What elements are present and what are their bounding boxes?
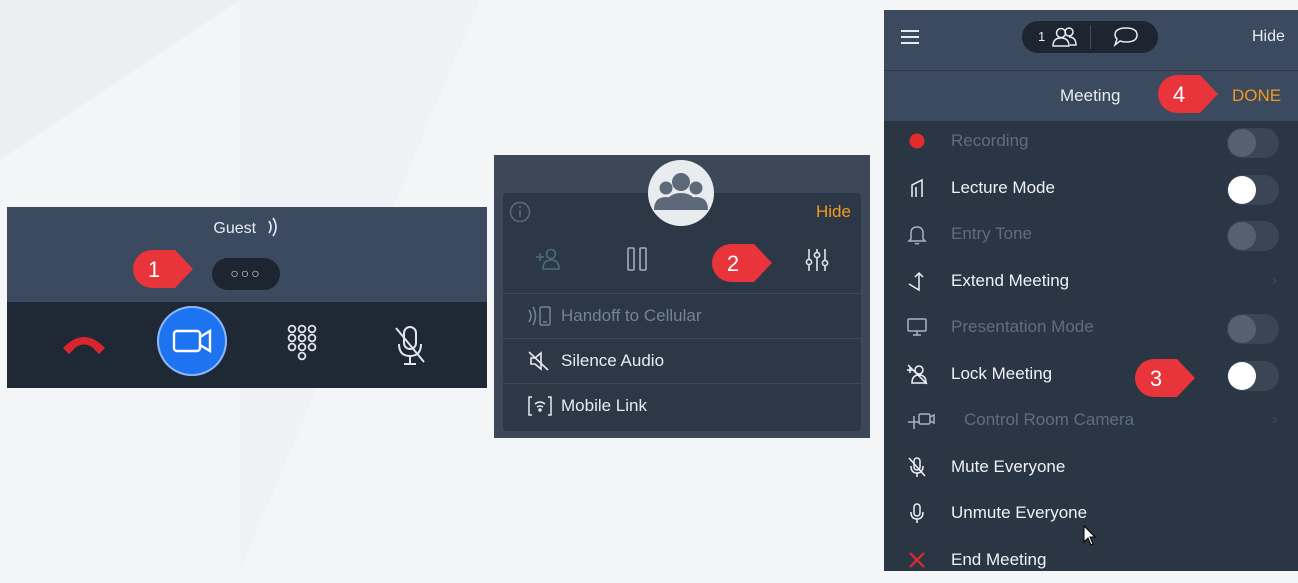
page-title: Meeting (1060, 86, 1121, 105)
setting-label: Lock Meeting (951, 364, 1053, 383)
setting-label: Presentation Mode (951, 317, 1094, 336)
done-button[interactable]: DONE (1232, 86, 1281, 106)
recording-toggle[interactable] (1227, 128, 1279, 158)
speaker-muted-icon (528, 351, 549, 371)
keypad-icon[interactable] (287, 324, 317, 368)
entry-tone-toggle[interactable] (1227, 221, 1279, 251)
monitor-icon (907, 318, 927, 336)
pause-icon[interactable] (626, 245, 648, 273)
callout-4: 4 (1156, 73, 1218, 115)
video-button[interactable] (157, 306, 227, 376)
lecture-mode-toggle[interactable] (1227, 175, 1279, 205)
camera-move-icon (908, 413, 935, 429)
info-icon[interactable] (509, 201, 531, 223)
presentation-mode-toggle[interactable] (1227, 314, 1279, 344)
chevron-right-icon: › (1272, 411, 1278, 428)
chevron-right-icon: › (1272, 272, 1278, 289)
lock-meeting-toggle[interactable] (1227, 361, 1279, 391)
caller-row: Guest (7, 216, 487, 238)
setting-lecture-mode[interactable]: Lecture Mode (884, 165, 1298, 211)
extend-icon (908, 271, 924, 292)
group-icon (654, 173, 708, 210)
chat-icon[interactable] (1112, 26, 1140, 48)
mic-icon (910, 503, 924, 523)
video-camera-icon (172, 328, 212, 354)
menu-item-label: Silence Audio (561, 351, 665, 370)
setting-label: Mute Everyone (951, 457, 1066, 476)
setting-label: Extend Meeting (951, 271, 1070, 290)
record-dot-icon (909, 133, 925, 149)
participants-icon[interactable] (1052, 26, 1078, 48)
meeting-settings-panel: 1 Hide Meeting DONE Recording Lecture Mo… (884, 10, 1298, 571)
participant-count: 1 (1038, 29, 1046, 44)
mobile-link-icon (528, 396, 552, 416)
setting-label: End Meeting (951, 550, 1047, 569)
setting-label: Entry Tone (951, 224, 1032, 243)
call-controls (7, 302, 487, 388)
mic-muted-icon (908, 457, 926, 477)
setting-label: Recording (951, 131, 1029, 150)
call-toolbar-panel: Guest ○○○ (7, 207, 487, 388)
handoff-icon (528, 306, 551, 326)
menu-item-label: Mobile Link (561, 396, 647, 415)
action-mute-everyone[interactable]: Mute Everyone (884, 444, 1298, 490)
signal-icon (267, 217, 277, 237)
mouse-cursor-icon (1083, 525, 1097, 546)
setting-label: Lecture Mode (951, 178, 1055, 197)
participants-avatar (648, 160, 714, 226)
add-participant-icon[interactable] (534, 247, 562, 271)
hide-button[interactable]: Hide (816, 202, 851, 222)
bell-icon (907, 226, 927, 245)
setting-control-room-camera: Control Room Camera › (884, 397, 1298, 443)
callout-2: 2 (710, 242, 772, 284)
setting-lock-meeting[interactable]: Lock Meeting (884, 351, 1298, 397)
end-call-icon[interactable] (59, 330, 109, 356)
close-red-icon (909, 552, 925, 568)
setting-entry-tone: Entry Tone (884, 211, 1298, 257)
callout-1: 1 (131, 248, 193, 290)
callout-3: 3 (1133, 357, 1195, 399)
menu-item-silence-audio[interactable]: Silence Audio (503, 338, 861, 383)
view-switcher: 1 (1022, 21, 1158, 53)
menu-icon[interactable] (900, 28, 920, 46)
divider (1090, 25, 1091, 49)
setting-extend-meeting[interactable]: Extend Meeting › (884, 258, 1298, 304)
menu-item-mobile-link[interactable]: Mobile Link (503, 383, 861, 428)
caller-name: Guest (213, 220, 257, 237)
setting-recording: Recording (884, 118, 1298, 164)
mic-muted-icon[interactable] (393, 324, 427, 368)
menu-item-handoff[interactable]: Handoff to Cellular (503, 293, 861, 338)
subheader: Meeting DONE (884, 70, 1298, 121)
more-options-button[interactable]: ○○○ (212, 258, 280, 290)
panel-header: 1 Hide (884, 10, 1298, 70)
setting-presentation-mode: Presentation Mode (884, 304, 1298, 350)
call-header: Guest ○○○ (7, 207, 487, 302)
hide-button[interactable]: Hide (1252, 28, 1285, 46)
meeting-actions-panel: Hide Handoff to Cellular Silence Audio M… (494, 155, 870, 438)
setting-label: Control Room Camera (964, 410, 1135, 429)
background-shape (0, 0, 240, 160)
menu-item-label: Handoff to Cellular (561, 306, 702, 325)
setting-label: Unmute Everyone (951, 503, 1088, 522)
lecture-icon (911, 178, 923, 197)
lock-participant-icon (907, 364, 928, 385)
settings-sliders-icon[interactable] (805, 247, 829, 273)
